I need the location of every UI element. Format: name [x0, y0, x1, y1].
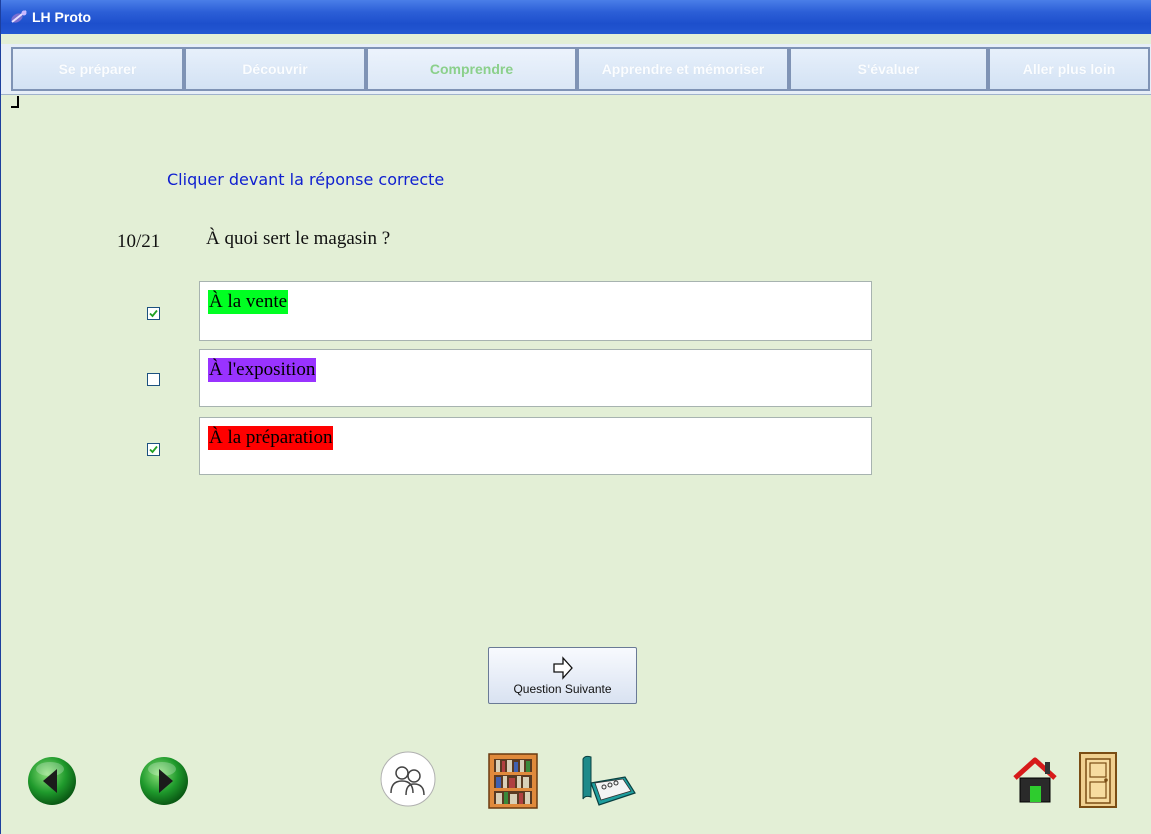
title-bar: LH Proto — [1, 0, 1151, 34]
answer-box[interactable]: À la vente — [199, 281, 872, 341]
door-icon[interactable] — [1076, 751, 1120, 809]
tab-decouvrir[interactable]: Découvrir — [184, 47, 366, 91]
answer-checkbox[interactable] — [147, 307, 160, 320]
answer-checkbox[interactable] — [147, 443, 160, 456]
answer-row: À l'exposition — [1, 349, 1151, 409]
answer-box[interactable]: À l'exposition — [199, 349, 872, 407]
answer-row: À la préparation — [1, 417, 1151, 477]
arrow-left-icon[interactable] — [26, 755, 78, 807]
next-question-label: Question Suivante — [513, 681, 612, 696]
people-icon[interactable] — [380, 751, 436, 807]
arrow-right-icon[interactable] — [138, 755, 190, 807]
tab-comprendre[interactable]: Comprendre — [366, 47, 577, 91]
checkmark-icon — [149, 309, 158, 318]
answer-text: À la vente — [208, 290, 289, 314]
arrow-right-outline-icon — [552, 655, 573, 680]
checkmark-icon — [149, 445, 158, 454]
answer-box[interactable]: À la préparation — [199, 417, 872, 475]
question-counter: 10/21 — [117, 231, 161, 252]
answer-checkbox[interactable] — [147, 373, 160, 386]
tab-aller-plus-loin[interactable]: Aller plus loin — [988, 47, 1150, 91]
corner-marker — [11, 96, 19, 108]
tab-s-evaluer[interactable]: S'évaluer — [789, 47, 988, 91]
bookshelf-icon[interactable] — [483, 750, 543, 810]
window-title: LH Proto — [32, 9, 92, 25]
answer-text: À l'exposition — [208, 358, 317, 382]
answer-text: À la préparation — [208, 426, 334, 450]
nav-tabs: Se préparer Découvrir Comprendre Apprend… — [1, 44, 1151, 95]
next-question-button[interactable]: Question Suivante — [488, 647, 637, 704]
home-icon[interactable] — [1011, 756, 1059, 806]
question-text: À quoi sert le magasin ? — [206, 228, 391, 249]
instruction-text: Cliquer devant la réponse correcte — [167, 170, 445, 189]
answer-row: À la vente — [1, 281, 1151, 341]
app-icon — [11, 10, 27, 23]
tab-se-preparer[interactable]: Se préparer — [11, 47, 184, 91]
tab-apprendre-memoriser[interactable]: Apprendre et mémoriser — [577, 47, 789, 91]
binder-icon[interactable] — [577, 753, 639, 809]
app-window: LH Proto Se préparer Découvrir Comprendr… — [0, 0, 1151, 834]
